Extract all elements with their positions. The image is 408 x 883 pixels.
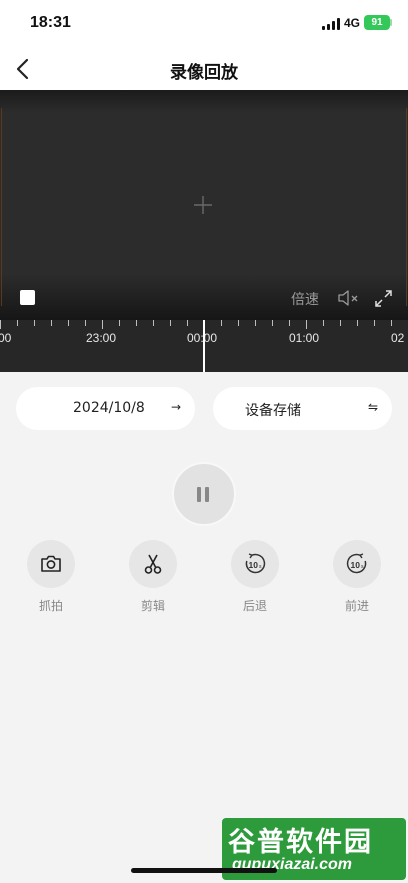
timeline-tick: [272, 320, 273, 326]
date-value: 2024/10/8: [73, 400, 145, 416]
home-indicator[interactable]: [131, 868, 277, 873]
status-bar: 18:31 4G 91: [0, 0, 408, 48]
timeline-tick: [306, 320, 307, 329]
clip-circle: [129, 540, 177, 588]
network-label: 4G: [344, 16, 361, 30]
storage-selector[interactable]: 设备存储 ⇋: [213, 387, 392, 430]
timeline-tick: [187, 320, 188, 326]
clip-button[interactable]: 剪辑: [123, 540, 183, 620]
video-player[interactable]: 倍速: [0, 90, 408, 320]
battery-icon: 91: [364, 15, 390, 30]
battery-tip: [390, 19, 392, 26]
timeline-tick: [0, 320, 1, 329]
swap-icon: ⇋: [368, 400, 379, 414]
forward-button[interactable]: 10 s 前进: [327, 540, 387, 620]
timeline-tick: [289, 320, 290, 326]
fullscreen-icon[interactable]: [374, 289, 393, 308]
arrow-right-icon: →: [171, 400, 182, 414]
rewind-label: 后退: [242, 599, 267, 613]
timeline-tick: [153, 320, 154, 326]
rewind-10-icon: 10 s: [245, 553, 266, 574]
timeline-tick: [85, 320, 86, 326]
timeline-tick: [119, 320, 120, 326]
timeline-tick: [391, 320, 392, 326]
clip-label: 剪辑: [140, 599, 165, 613]
pause-icon: [197, 487, 201, 502]
timeline-tick: [51, 320, 52, 326]
stop-button[interactable]: [20, 290, 35, 305]
timeline-tick: [340, 320, 341, 326]
date-selector[interactable]: 2024/10/8 →: [16, 387, 195, 430]
signal-icon: [322, 18, 340, 30]
scissors-icon: [144, 554, 162, 574]
timeline-tick: [170, 320, 171, 326]
timeline-label: 02: [391, 331, 405, 345]
forward-label: 前进: [344, 599, 369, 613]
svg-text:10: 10: [249, 560, 259, 570]
timeline-tick: [221, 320, 222, 326]
watermark-title: 谷普软件园: [228, 827, 373, 858]
pause-icon: [205, 487, 209, 502]
forward-10-icon: 10 s: [346, 553, 367, 574]
timeline-tick: [238, 320, 239, 326]
crosshair-icon: [194, 196, 212, 214]
page-title: 录像回放: [170, 63, 238, 83]
timeline-label: 00: [0, 331, 12, 345]
timeline-tick: [34, 320, 35, 326]
timeline-tick: [323, 320, 324, 326]
snapshot-label: 抓拍: [38, 599, 63, 613]
timeline-playhead[interactable]: [203, 320, 205, 372]
timeline-tick: [102, 320, 103, 329]
snapshot-button[interactable]: 抓拍: [21, 540, 81, 620]
pause-button[interactable]: [172, 462, 236, 526]
rewind-circle: 10 s: [231, 540, 279, 588]
status-time: 18:31: [30, 14, 71, 31]
snapshot-circle: [27, 540, 75, 588]
rewind-button[interactable]: 10 s 后退: [225, 540, 285, 620]
mute-icon[interactable]: [337, 289, 361, 307]
nav-bar: 录像回放: [0, 48, 408, 90]
timeline[interactable]: 00 23:00 00:00 01:00 02: [0, 320, 408, 372]
timeline-label: 01:00: [289, 331, 320, 345]
timeline-tick: [68, 320, 69, 326]
timeline-label: 23:00: [86, 331, 117, 345]
timeline-tick: [374, 320, 375, 326]
timeline-tick: [17, 320, 18, 326]
forward-circle: 10 s: [333, 540, 381, 588]
svg-text:10: 10: [351, 560, 361, 570]
camera-icon: [41, 555, 61, 572]
timeline-tick: [357, 320, 358, 326]
timeline-tick: [255, 320, 256, 326]
storage-value: 设备存储: [245, 403, 301, 419]
speed-button[interactable]: 倍速: [291, 289, 319, 309]
timeline-tick: [136, 320, 137, 326]
